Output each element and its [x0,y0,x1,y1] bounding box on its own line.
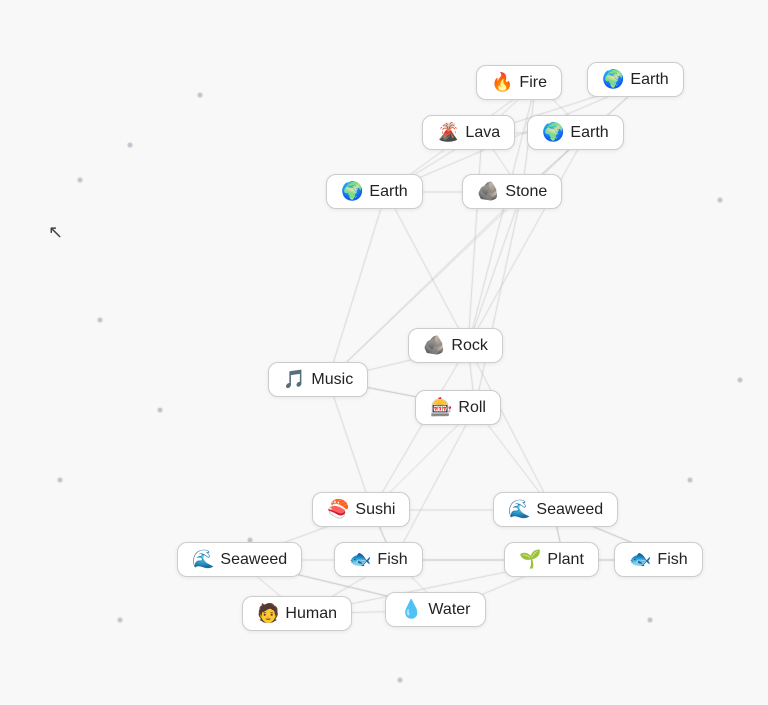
water-emoji: 💧 [400,599,422,620]
element-card-fish2[interactable]: 🐟 Fish [614,542,703,577]
element-card-earth2[interactable]: 🌍 Earth [527,115,624,150]
fish1-emoji: 🐟 [349,549,371,570]
fire-emoji: 🔥 [491,72,513,93]
fish2-label: Fish [657,551,687,569]
roll-label: Roll [458,399,486,417]
earth2-label: Earth [570,124,608,142]
music-emoji: 🎵 [283,369,305,390]
human-emoji: 🧑 [257,603,279,624]
element-card-stone[interactable]: 🪨 Stone [462,174,562,209]
element-card-plant[interactable]: 🌱 Plant [504,542,599,577]
lava-label: Lava [465,124,500,142]
rock-label: Rock [451,337,487,355]
element-card-seaweed1[interactable]: 🌊 Seaweed [493,492,618,527]
element-card-human[interactable]: 🧑 Human [242,596,352,631]
element-card-seaweed2[interactable]: 🌊 Seaweed [177,542,302,577]
rock-emoji: 🪨 [423,335,445,356]
seaweed2-emoji: 🌊 [192,549,214,570]
stone-label: Stone [505,183,547,201]
seaweed2-label: Seaweed [220,551,287,569]
fish1-label: Fish [377,551,407,569]
fish2-emoji: 🐟 [629,549,651,570]
element-card-music[interactable]: 🎵 Music [268,362,368,397]
earth3-label: Earth [369,183,407,201]
stone-emoji: 🪨 [477,181,499,202]
fire-label: Fire [519,74,547,92]
element-card-lava[interactable]: 🌋 Lava [422,115,515,150]
earth1-emoji: 🌍 [602,69,624,90]
earth3-emoji: 🌍 [341,181,363,202]
element-card-rock[interactable]: 🪨 Rock [408,328,503,363]
sushi-emoji: 🍣 [327,499,349,520]
element-card-water[interactable]: 💧 Water [385,592,486,627]
sushi-label: Sushi [355,501,395,519]
plant-label: Plant [547,551,583,569]
earth1-label: Earth [630,71,668,89]
music-label: Music [311,371,353,389]
element-card-earth1[interactable]: 🌍 Earth [587,62,684,97]
element-card-fire[interactable]: 🔥 Fire [476,65,562,100]
element-card-earth3[interactable]: 🌍 Earth [326,174,423,209]
human-label: Human [285,605,337,623]
element-card-fish1[interactable]: 🐟 Fish [334,542,423,577]
seaweed1-label: Seaweed [536,501,603,519]
water-label: Water [428,601,470,619]
plant-emoji: 🌱 [519,549,541,570]
roll-emoji: 🎰 [430,397,452,418]
element-card-sushi[interactable]: 🍣 Sushi [312,492,410,527]
lava-emoji: 🌋 [437,122,459,143]
earth2-emoji: 🌍 [542,122,564,143]
element-card-roll[interactable]: 🎰 Roll [415,390,501,425]
seaweed1-emoji: 🌊 [508,499,530,520]
